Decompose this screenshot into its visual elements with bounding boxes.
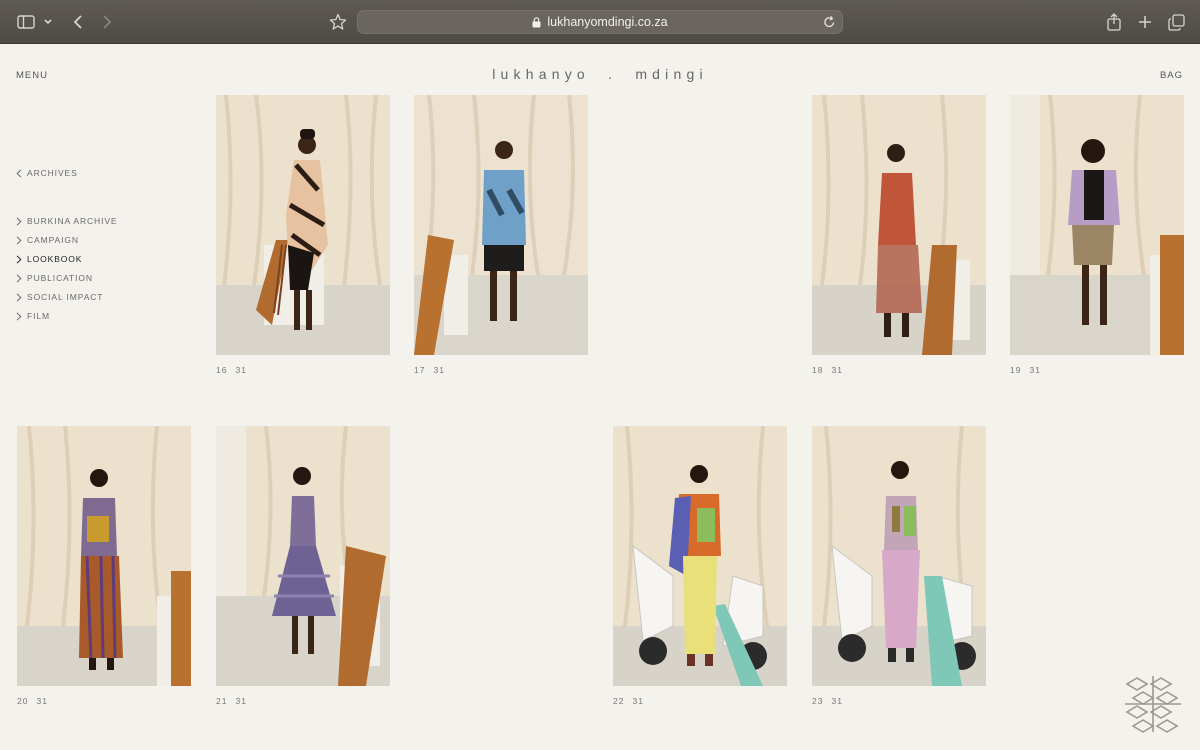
look-number: 19 <box>1010 365 1022 375</box>
nav-item-label: LOOKBOOK <box>27 254 83 264</box>
look-total: 31 <box>1029 365 1041 375</box>
look-photo-17[interactable] <box>414 95 588 355</box>
look-number: 20 <box>17 696 29 706</box>
nav-item-label: BURKINA ARCHIVE <box>27 216 118 226</box>
bag-link[interactable]: BAG <box>1160 70 1183 81</box>
look-number: 16 <box>216 365 228 375</box>
back-icon[interactable] <box>66 10 90 34</box>
tabs-overview-icon[interactable] <box>1164 10 1188 34</box>
nav-item-publication[interactable]: PUBLICATION <box>16 273 93 283</box>
new-tab-icon[interactable] <box>1133 10 1157 34</box>
chevron-right-icon <box>16 235 24 245</box>
nav-item-burkina-archive[interactable]: BURKINA ARCHIVE <box>16 216 118 226</box>
nav-item-label: PUBLICATION <box>27 273 93 283</box>
look-number: 18 <box>812 365 824 375</box>
look-number: 23 <box>812 696 824 706</box>
look-caption: 18 31 <box>812 365 843 375</box>
url-text: lukhanyomdingi.co.za <box>547 15 668 29</box>
share-icon[interactable] <box>1102 10 1126 34</box>
address-bar[interactable]: lukhanyomdingi.co.za <box>357 10 843 34</box>
nav-item-film[interactable]: FILM <box>16 311 50 321</box>
look-caption: 20 31 <box>17 696 48 706</box>
look-caption: 17 31 <box>414 365 445 375</box>
look-total: 31 <box>235 365 247 375</box>
look-total: 31 <box>433 365 445 375</box>
site-logo[interactable]: lukhanyo . mdingi <box>0 66 1200 82</box>
nav-item-social-impact[interactable]: SOCIAL IMPACT <box>16 292 103 302</box>
nav-item-label: CAMPAIGN <box>27 235 79 245</box>
nav-item-lookbook[interactable]: LOOKBOOK <box>16 254 82 264</box>
look-photo-23[interactable] <box>812 426 986 686</box>
look-caption: 23 31 <box>812 696 843 706</box>
look-photo-20[interactable] <box>17 426 191 686</box>
browser-toolbar: lukhanyomdingi.co.za <box>0 0 1200 44</box>
nav-item-campaign[interactable]: CAMPAIGN <box>16 235 79 245</box>
look-number: 22 <box>613 696 625 706</box>
look-number: 21 <box>216 696 228 706</box>
nav-back-archives[interactable]: ARCHIVES <box>16 168 78 178</box>
chevron-down-icon[interactable] <box>38 10 58 34</box>
nav-item-label: SOCIAL IMPACT <box>27 292 104 302</box>
look-total: 31 <box>36 696 48 706</box>
lock-icon <box>532 16 541 28</box>
bookmark-star-icon[interactable] <box>326 10 350 34</box>
forward-icon[interactable] <box>95 10 119 34</box>
chevron-left-icon <box>16 168 24 178</box>
look-caption: 22 31 <box>613 696 644 706</box>
chevron-right-icon <box>16 292 24 302</box>
look-total: 31 <box>235 696 247 706</box>
look-caption: 21 31 <box>216 696 247 706</box>
chevron-right-icon <box>16 273 24 283</box>
look-photo-21[interactable] <box>216 426 390 686</box>
look-photo-16[interactable] <box>216 95 390 355</box>
brand-emblem-icon[interactable] <box>1123 674 1183 734</box>
sidebar-toggle-icon[interactable] <box>14 10 38 34</box>
look-total: 31 <box>831 365 843 375</box>
look-caption: 19 31 <box>1010 365 1041 375</box>
look-total: 31 <box>632 696 644 706</box>
look-number: 17 <box>414 365 426 375</box>
look-total: 31 <box>831 696 843 706</box>
reload-icon[interactable] <box>823 15 836 29</box>
look-photo-22[interactable] <box>613 426 787 686</box>
nav-item-label: FILM <box>27 311 50 321</box>
look-photo-19[interactable] <box>1010 95 1184 355</box>
look-caption: 16 31 <box>216 365 247 375</box>
chevron-right-icon <box>16 254 24 264</box>
nav-back-label: ARCHIVES <box>27 168 78 178</box>
look-photo-18[interactable] <box>812 95 986 355</box>
chevron-right-icon <box>16 216 24 226</box>
chevron-right-icon <box>16 311 24 321</box>
